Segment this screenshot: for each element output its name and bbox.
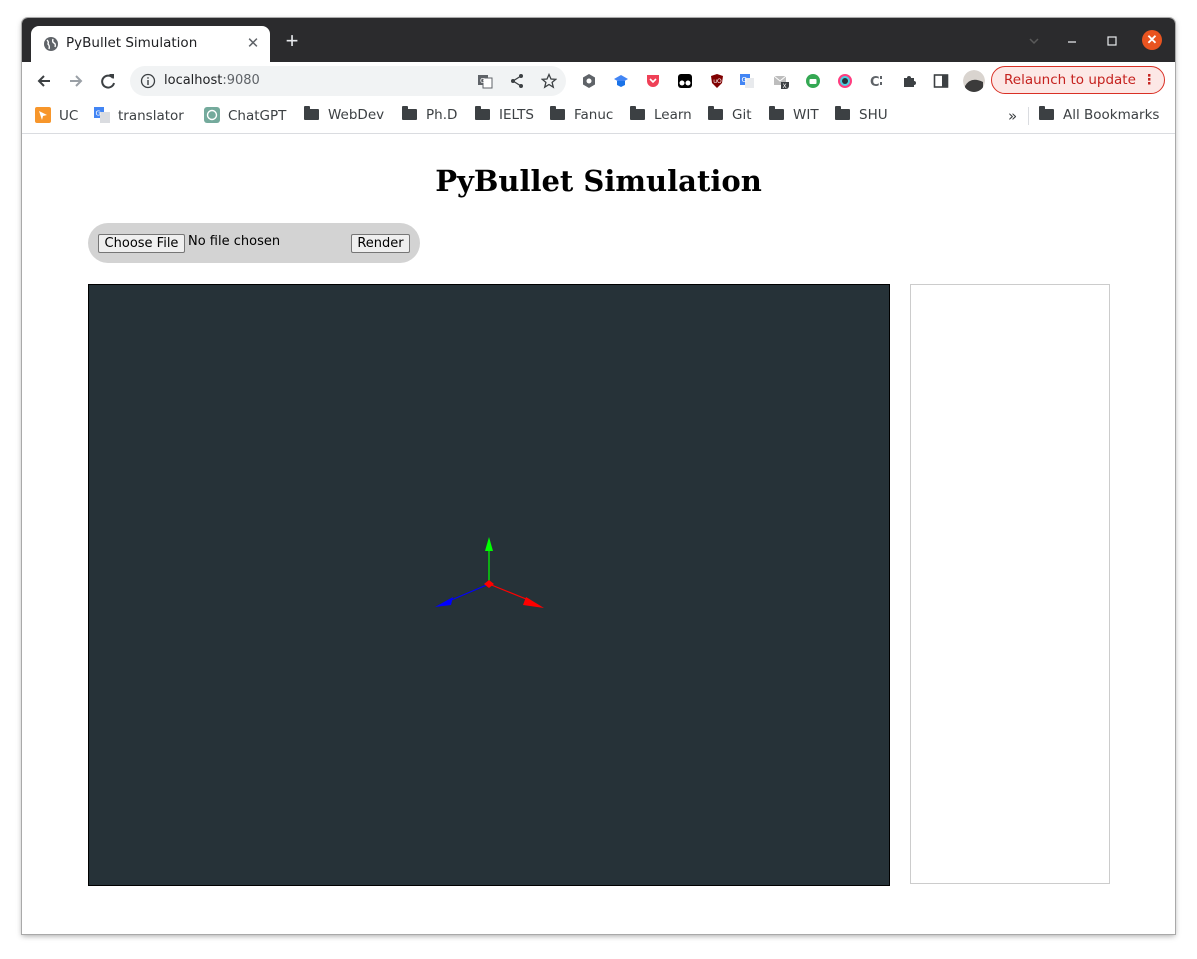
chevron-down-icon[interactable] [1025,32,1043,50]
extension-hexagon-icon[interactable] [581,73,597,89]
extension-graduation-icon[interactable] [613,73,629,89]
reload-icon[interactable] [97,70,119,92]
bookmark-git[interactable]: Git [708,106,752,125]
bookmark-label: Git [732,107,752,123]
forward-icon[interactable] [65,70,87,92]
bookmark-label: Ph.D [426,107,458,123]
tab-strip: PyBullet Simulation ✕ + ✕ [22,18,1175,62]
bookmark-label: Learn [654,107,692,123]
pocket-icon[interactable] [645,73,661,89]
folder-icon [304,106,319,120]
bookmark-wit[interactable]: WIT [769,106,819,125]
choose-file-button[interactable]: Choose File [98,234,185,253]
folder-icon [630,106,645,120]
bookmark-translator[interactable]: G translator [94,107,184,125]
bookmark-label: WIT [793,107,819,123]
bookmark-label: WebDev [328,107,385,123]
svg-text:G: G [742,76,747,84]
profile-avatar[interactable] [963,70,985,92]
bookmark-learn[interactable]: Learn [630,106,692,125]
google-translate-icon: G [94,107,110,123]
file-controls: Choose File No file chosen Render [88,223,420,263]
svg-text:X: X [783,83,787,89]
bookmark-uc[interactable]: UC [35,107,78,125]
window-close-icon[interactable]: ✕ [1142,30,1162,50]
all-bookmarks-label: All Bookmarks [1063,107,1160,123]
svg-text:G: G [480,77,485,85]
extensions-puzzle-icon[interactable] [901,73,917,89]
tab-pybullet[interactable]: PyBullet Simulation ✕ [31,26,270,62]
folder-icon [475,106,490,120]
uc-icon [35,107,51,123]
url-host: localhost [164,73,223,88]
extension-c-icon[interactable]: C [869,73,885,89]
file-status: No file chosen [188,234,281,249]
x-axis-line [488,583,532,602]
url-text: localhost:9080 [164,73,260,88]
side-panel-icon[interactable] [933,73,949,89]
side-panel [910,284,1110,884]
folder-icon [1039,106,1054,120]
z-axis-arrow [435,597,453,607]
bookmark-label: Fanuc [574,107,614,123]
extension-tampermonkey-icon[interactable] [677,73,693,89]
all-bookmarks-button[interactable]: All Bookmarks [1039,106,1160,125]
chatgpt-icon [204,107,220,123]
y-axis-arrow [485,537,493,551]
ublock-icon[interactable]: uO [709,73,725,89]
info-icon[interactable] [140,73,156,89]
page-title: PyBullet Simulation [435,164,762,198]
bookmark-shu[interactable]: SHU [835,106,888,125]
more-menu-icon[interactable]: ⋮ [1143,67,1157,93]
back-icon[interactable] [33,70,55,92]
bookmark-label: UC [59,108,79,124]
folder-icon [708,106,723,120]
translate-icon[interactable]: G [477,73,493,89]
folder-icon [402,106,417,120]
render-button[interactable]: Render [351,234,410,253]
bookmarks-divider [1028,107,1029,125]
simulation-viewport[interactable] [88,284,890,886]
google-translate-icon[interactable]: G [739,73,755,89]
bookmark-ielts[interactable]: IELTS [475,106,534,125]
svg-text:C: C [870,75,880,89]
maximize-icon[interactable] [1103,32,1121,50]
bookmark-fanuc[interactable]: Fanuc [550,106,614,125]
tab-close-icon[interactable]: ✕ [245,36,261,52]
svg-text:uO: uO [713,78,722,85]
toolbar: localhost:9080 G uO G X C Relaunch to up… [22,62,1175,100]
bookmark-label: translator [118,108,184,124]
bookmark-star-icon[interactable] [541,73,557,89]
color-picker-icon[interactable] [837,73,853,89]
bookmark-webdev[interactable]: WebDev [304,106,385,125]
origin-marker [484,580,494,588]
svg-text:G: G [96,110,101,118]
relaunch-label: Relaunch to update [1004,72,1136,88]
z-axis-line [448,583,490,602]
bookmark-label: ChatGPT [228,108,287,124]
browser-window: PyBullet Simulation ✕ + ✕ localhost:9080… [22,18,1175,934]
extension-android-icon[interactable] [805,73,821,89]
axes-gizmo [435,537,544,608]
mail-extension-icon[interactable]: X [773,73,789,89]
share-icon[interactable] [509,73,525,89]
folder-icon [835,106,850,120]
bookmark-label: IELTS [499,107,534,123]
x-axis-arrow [523,597,544,608]
new-tab-button[interactable]: + [282,30,302,52]
folder-icon [550,106,565,120]
bookmark-chatgpt[interactable]: ChatGPT [204,107,286,125]
minimize-icon[interactable] [1063,32,1081,50]
folder-icon [769,106,784,120]
bookmark-label: SHU [859,107,888,123]
address-bar[interactable]: localhost:9080 G [130,66,566,96]
bookmark-phd[interactable]: Ph.D [402,106,458,125]
globe-icon [44,37,58,51]
bookmarks-bar: UC G translator ChatGPT WebDev Ph.D IELT… [22,100,1175,134]
page-content: PyBullet Simulation Choose File No file … [22,134,1175,934]
relaunch-button[interactable]: Relaunch to update ⋮ [991,66,1165,94]
bookmarks-overflow-button[interactable]: » [1008,107,1017,125]
tab-title: PyBullet Simulation [66,35,198,51]
url-port: :9080 [222,73,260,88]
